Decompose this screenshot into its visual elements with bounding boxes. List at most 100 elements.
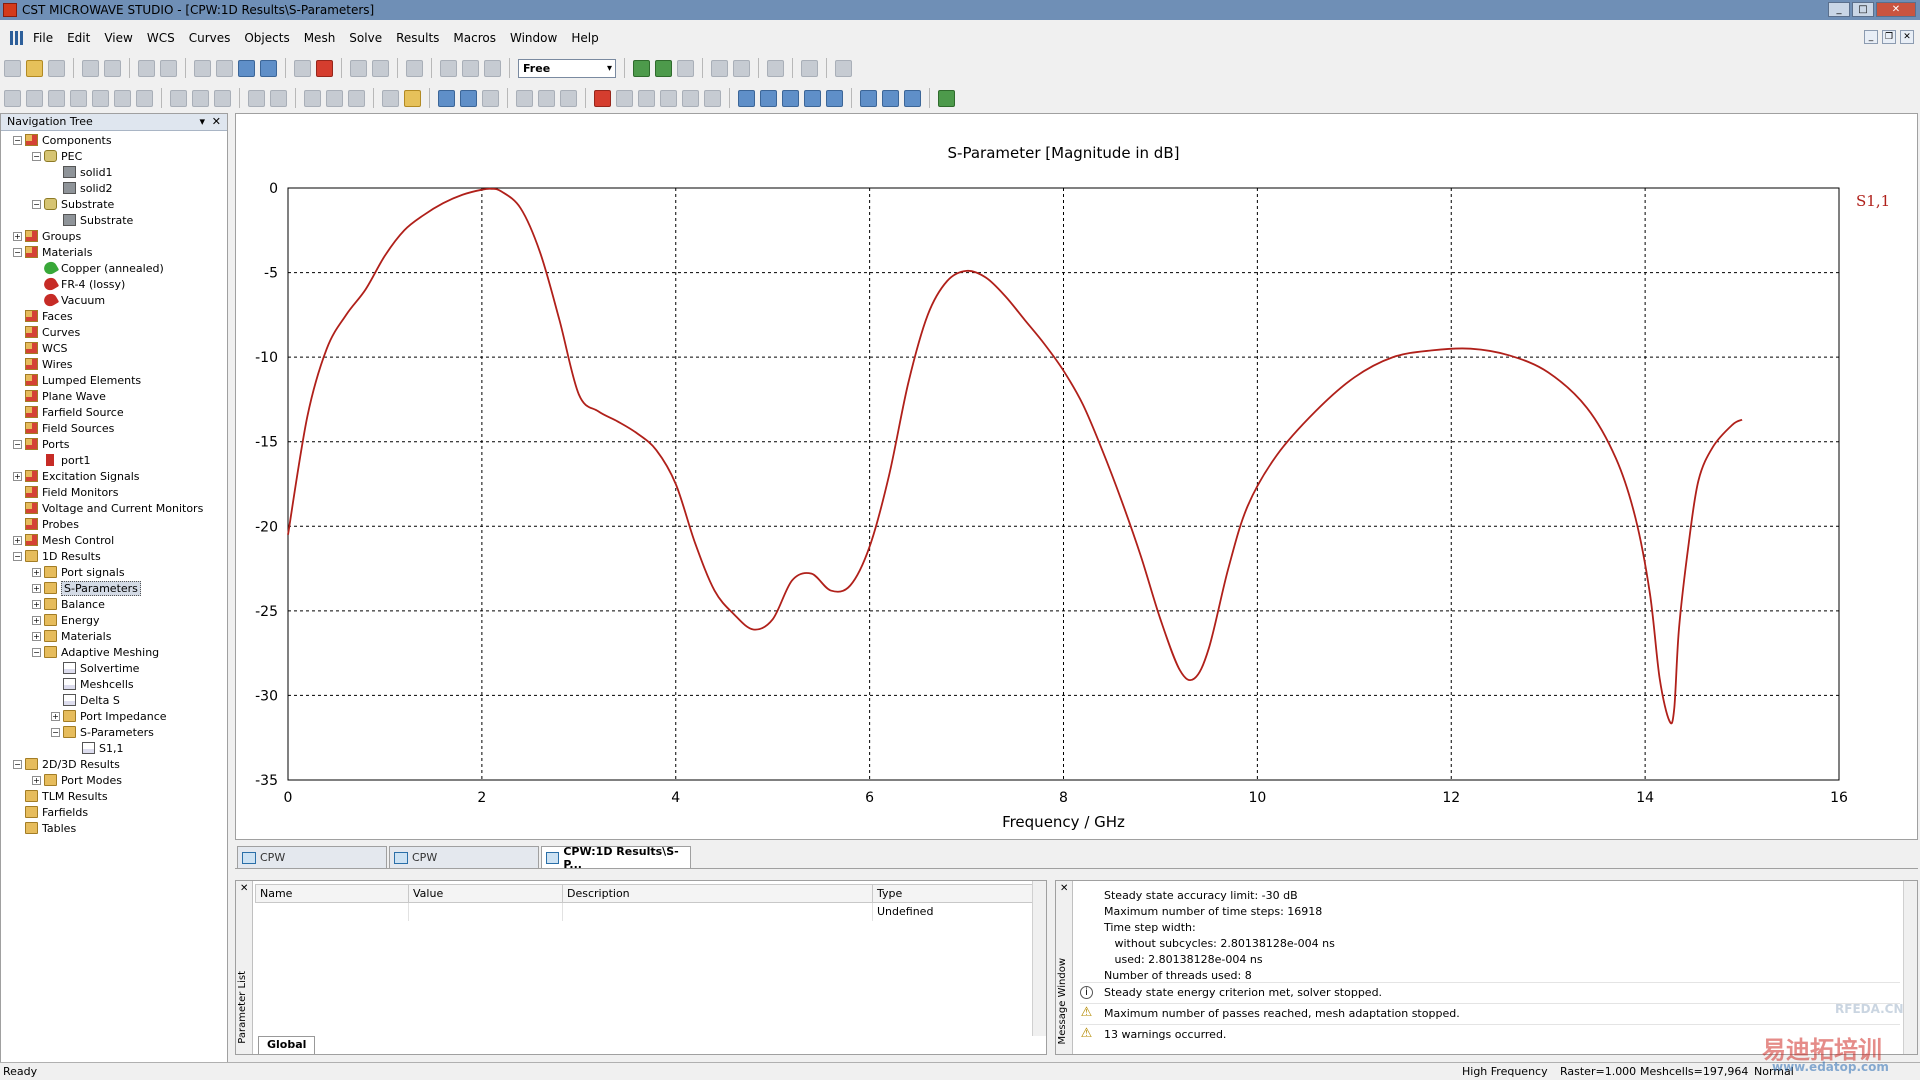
toolbar-button-icon[interactable] bbox=[462, 59, 479, 77]
minimize-button[interactable]: _ bbox=[1828, 2, 1850, 17]
tree-item[interactable]: port1 bbox=[1, 452, 227, 468]
expand-toggle-icon[interactable]: + bbox=[32, 567, 41, 577]
mdi-close-button[interactable]: ✕ bbox=[1900, 30, 1914, 44]
tree-item[interactable]: Faces bbox=[1, 308, 227, 324]
close-panel-icon[interactable]: ✕ bbox=[1060, 883, 1068, 894]
toolbar-button-icon[interactable] bbox=[682, 89, 699, 107]
toolbar-button-icon[interactable] bbox=[835, 59, 852, 77]
tree-item[interactable]: Meshcells bbox=[1, 676, 227, 692]
toolbar-button-icon[interactable] bbox=[4, 59, 21, 77]
tree-item[interactable]: + Port Impedance bbox=[1, 708, 227, 724]
message-scrollbar[interactable] bbox=[1903, 881, 1917, 1054]
toolbar-button-icon[interactable] bbox=[294, 59, 311, 77]
expand-toggle-icon[interactable]: + bbox=[13, 231, 22, 241]
menu-view[interactable]: View bbox=[97, 31, 139, 45]
toolbar-button-icon[interactable] bbox=[194, 59, 211, 77]
menu-wcs[interactable]: WCS bbox=[140, 31, 182, 45]
tree-item[interactable]: WCS bbox=[1, 340, 227, 356]
toolbar-button-icon[interactable] bbox=[804, 89, 821, 107]
toolbar-button-icon[interactable] bbox=[538, 89, 555, 107]
expand-toggle-icon[interactable]: + bbox=[13, 471, 22, 481]
menu-edit[interactable]: Edit bbox=[60, 31, 97, 45]
toolbar-button-icon[interactable] bbox=[782, 89, 799, 107]
tree-item[interactable]: − 1D Results bbox=[1, 548, 227, 564]
expand-toggle-icon[interactable]: + bbox=[32, 583, 41, 593]
collapse-toggle-icon[interactable]: − bbox=[32, 647, 41, 657]
tree-item[interactable]: + Balance bbox=[1, 596, 227, 612]
tree-item[interactable]: Vacuum bbox=[1, 291, 227, 309]
collapse-toggle-icon[interactable]: − bbox=[13, 551, 22, 561]
tree-item[interactable]: Plane Wave bbox=[1, 388, 227, 404]
tree-item[interactable]: Field Monitors bbox=[1, 484, 227, 500]
toolbar-button-icon[interactable] bbox=[616, 89, 633, 107]
toolbar-button-icon[interactable] bbox=[704, 89, 721, 107]
toolbar-button-icon[interactable] bbox=[136, 89, 153, 107]
menu-mesh[interactable]: Mesh bbox=[297, 31, 343, 45]
tree-item[interactable]: + Excitation Signals bbox=[1, 468, 227, 484]
menu-results[interactable]: Results bbox=[389, 31, 446, 45]
tree-item[interactable]: Farfield Source bbox=[1, 404, 227, 420]
tree-item[interactable]: + S-Parameters bbox=[1, 580, 227, 596]
toolbar-button-icon[interactable] bbox=[860, 89, 877, 107]
toolbar-button-icon[interactable] bbox=[82, 59, 99, 77]
cell-value[interactable] bbox=[408, 902, 563, 921]
close-panel-icon[interactable]: ✕ bbox=[212, 114, 221, 130]
tree-item[interactable]: Copper (annealed) bbox=[1, 259, 227, 277]
tab-1d-results[interactable]: CPW:1D Results\S-P... bbox=[541, 845, 691, 871]
toolbar-button-icon[interactable] bbox=[711, 59, 728, 77]
toolbar-button-icon[interactable] bbox=[404, 89, 421, 107]
mdi-restore-button[interactable]: ❐ bbox=[1882, 30, 1896, 44]
cell-description[interactable] bbox=[562, 902, 873, 921]
toolbar-button-icon[interactable] bbox=[767, 59, 784, 77]
parameter-scrollbar[interactable] bbox=[1032, 881, 1046, 1036]
tree-item[interactable]: Delta S bbox=[1, 692, 227, 708]
expand-toggle-icon[interactable]: + bbox=[32, 615, 41, 625]
tree-item[interactable]: Farfields bbox=[1, 804, 227, 820]
toolbar-button-icon[interactable] bbox=[26, 59, 43, 77]
toolbar-button-icon[interactable] bbox=[304, 89, 321, 107]
sheet-tab-global[interactable]: Global bbox=[258, 1036, 316, 1054]
toolbar-button-icon[interactable] bbox=[440, 59, 457, 77]
tree-item[interactable]: + Port Modes bbox=[1, 772, 227, 788]
toolbar-button-icon[interactable] bbox=[904, 89, 921, 107]
tree-item[interactable]: + Mesh Control bbox=[1, 532, 227, 548]
tab-cpw-schematic[interactable]: CPW bbox=[389, 846, 539, 868]
document-grid-icon[interactable] bbox=[10, 31, 24, 45]
toolbar-button-icon[interactable] bbox=[516, 89, 533, 107]
tree-item[interactable]: Solvertime bbox=[1, 660, 227, 676]
tree-item[interactable]: − S-Parameters bbox=[1, 724, 227, 740]
toolbar-button-icon[interactable] bbox=[114, 89, 131, 107]
tab-cpw-3d[interactable]: CPW bbox=[237, 846, 387, 868]
toolbar-button-icon[interactable] bbox=[138, 59, 155, 77]
toolbar-button-icon[interactable] bbox=[460, 89, 477, 107]
toolbar-button-icon[interactable] bbox=[4, 89, 21, 107]
menu-curves[interactable]: Curves bbox=[182, 31, 238, 45]
toolbar-button-icon[interactable] bbox=[216, 59, 233, 77]
toolbar-button-icon[interactable] bbox=[801, 59, 818, 77]
toolbar-button-icon[interactable] bbox=[406, 59, 423, 77]
tree-item[interactable]: + Port signals bbox=[1, 564, 227, 580]
toolbar-button-icon[interactable] bbox=[760, 89, 777, 107]
collapse-toggle-icon[interactable]: − bbox=[13, 439, 22, 449]
toolbar-button-icon[interactable] bbox=[348, 89, 365, 107]
message-row[interactable]: ⚠ Maximum number of passes reached, mesh … bbox=[1080, 1003, 1900, 1023]
toolbar-button-icon[interactable] bbox=[48, 89, 65, 107]
toolbar-button-icon[interactable] bbox=[738, 89, 755, 107]
tree-item[interactable]: − Components bbox=[1, 132, 227, 148]
toolbar-button-icon[interactable] bbox=[560, 89, 577, 107]
toolbar-button-icon[interactable] bbox=[214, 89, 231, 107]
toolbar-button-icon[interactable] bbox=[326, 89, 343, 107]
collapse-toggle-icon[interactable]: − bbox=[13, 135, 22, 145]
expand-toggle-icon[interactable]: + bbox=[51, 711, 60, 721]
collapse-toggle-icon[interactable]: − bbox=[13, 247, 22, 257]
tree-item[interactable]: Curves bbox=[1, 324, 227, 340]
toolbar-button-icon[interactable] bbox=[882, 89, 899, 107]
toolbar-button-icon[interactable] bbox=[260, 59, 277, 77]
tree-item[interactable]: FR-4 (lossy) bbox=[1, 275, 227, 293]
toolbar-button-icon[interactable] bbox=[677, 59, 694, 77]
message-row[interactable]: i Steady state energy criterion met, solv… bbox=[1080, 982, 1900, 1002]
toolbar-button-icon[interactable] bbox=[238, 59, 255, 77]
tree-item[interactable]: Wires bbox=[1, 356, 227, 372]
toolbar-button-icon[interactable] bbox=[660, 89, 677, 107]
tree-item[interactable]: solid2 bbox=[1, 180, 227, 196]
